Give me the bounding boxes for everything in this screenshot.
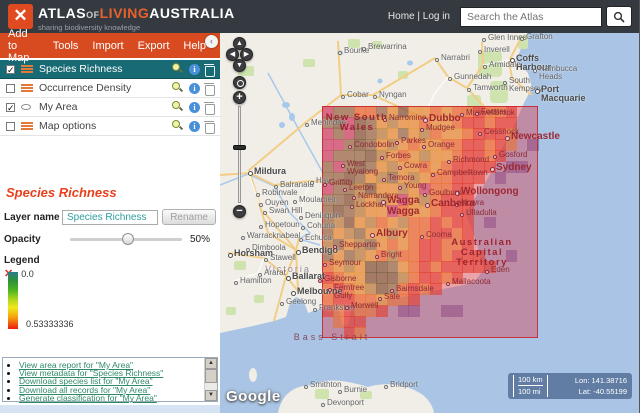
sidebar: Add to MapToolsImportExportHelp‹ ✓Specie… (0, 33, 220, 413)
legend-min-value: 0.0 (21, 269, 34, 279)
legend-gradient-bar (8, 272, 18, 329)
cursor-coordinates: Lon: 141.38716 Lat: -40.55199 (575, 375, 627, 397)
search-input[interactable] (460, 7, 602, 27)
pan-down-button[interactable]: ▼ (233, 59, 246, 72)
action-links-list: View area report for "My Area"View metad… (3, 358, 204, 401)
scrollbar-thumb[interactable] (205, 369, 217, 383)
menu-item-help[interactable]: Help (183, 40, 206, 52)
zoom-in-button[interactable]: + (233, 91, 246, 104)
zoom-out-button[interactable]: − (233, 205, 246, 218)
layer-checkbox-species-richness[interactable]: ✓ (6, 65, 15, 74)
opacity-slider[interactable] (70, 238, 182, 241)
action-link-item: Generate classification for "My Area" (19, 394, 204, 402)
layer-info-icon[interactable]: i (189, 83, 200, 94)
zoom-to-layer-icon[interactable] (172, 63, 184, 75)
my-area-overlay (322, 106, 538, 338)
home-login-links[interactable]: Home | Log in (388, 11, 450, 22)
links-scrollbar[interactable]: ▲ ▼ (204, 358, 217, 401)
opacity-value: 50% (190, 234, 216, 245)
layer-grid-icon (21, 121, 33, 132)
layer-name-input[interactable] (62, 210, 158, 225)
opacity-label: Opacity (4, 234, 62, 245)
ala-spatial-portal: ✕ ATLASOFLIVINGAUSTRALIA sharing biodive… (0, 0, 640, 413)
opacity-slider-handle[interactable] (122, 233, 134, 245)
search-icon (613, 11, 625, 23)
zoom-slider-handle[interactable] (233, 145, 246, 150)
menu-item-tools[interactable]: Tools (53, 40, 79, 52)
layer-label: Species Richness (39, 63, 167, 75)
layer-info-icon[interactable]: i (189, 64, 200, 75)
ala-logo[interactable]: ✕ ATLASOFLIVINGAUSTRALIA sharing biodive… (8, 4, 235, 32)
legend-label: Legend (4, 255, 220, 266)
ala-tagline: sharing biodiversity knowledge (38, 23, 235, 32)
legend-max-value: 0.53333336 (26, 319, 74, 329)
menu-item-export[interactable]: Export (138, 40, 170, 52)
ala-logo-text: ATLASOFLIVINGAUSTRALIA (38, 6, 235, 23)
scale-coords-box: 100 km 100 mi Lon: 141.38716 Lat: -40.55… (508, 373, 632, 399)
rename-button[interactable]: Rename (162, 209, 216, 225)
action-links-box: View area report for "My Area"View metad… (2, 357, 218, 402)
scrollbar-up-arrow[interactable]: ▲ (205, 358, 217, 369)
king-island (249, 368, 257, 382)
layer-checkbox-my-area[interactable]: ✓ (6, 103, 15, 112)
zoom-to-layer-icon[interactable] (172, 82, 184, 94)
sidebar-bottom-strip (0, 405, 220, 413)
menu-item-import[interactable]: Import (92, 40, 123, 52)
layer-grid-icon (21, 83, 33, 94)
layer-list: ✓ Species Richness i Occurrence Density i ✓ My… (0, 60, 220, 136)
layer-label: Map options (39, 120, 167, 132)
layer-row-my-area[interactable]: ✓ My Area i (0, 98, 220, 117)
delete-layer-icon[interactable] (205, 64, 214, 75)
layer-row-map-options[interactable]: Map options i (0, 117, 220, 136)
action-link-generate-classification-for-my-area[interactable]: Generate classification for "My Area" (19, 393, 157, 403)
area-shape-icon (21, 104, 33, 110)
delete-layer-icon[interactable] (205, 121, 214, 132)
reset-view-button[interactable] (233, 76, 246, 89)
google-logo[interactable]: Google (226, 388, 281, 405)
panel-title: Species Richness (0, 185, 220, 200)
zoom-to-layer-icon[interactable] (172, 120, 184, 132)
top-header: ✕ ATLASOFLIVINGAUSTRALIA sharing biodive… (0, 0, 640, 33)
layer-name-label: Layer name (4, 212, 62, 223)
layer-label: Occurrence Density (39, 82, 167, 94)
scrollbar-down-arrow[interactable]: ▼ (205, 390, 217, 401)
delete-layer-icon[interactable] (205, 83, 214, 94)
layer-label: My Area (39, 101, 167, 113)
layer-info-icon[interactable]: i (189, 121, 200, 132)
layer-row-occurrence-density[interactable]: Occurrence Density i (0, 79, 220, 98)
delete-layer-icon[interactable] (205, 102, 214, 113)
scale-km: 100 km (518, 375, 543, 386)
coord-lat: Lat: -40.55199 (575, 386, 627, 397)
search-button[interactable] (606, 6, 632, 27)
layer-checkbox-occurrence-density[interactable] (6, 84, 15, 93)
scale-bar: 100 km 100 mi (513, 375, 548, 397)
layer-grid-icon (21, 64, 33, 75)
menu-item-add-to-map[interactable]: Add to Map (8, 28, 39, 64)
map-canvas[interactable]: BourkeBrewarrinaCobarNynganNarrabriGunne… (220, 33, 640, 413)
coord-lon: Lon: 141.38716 (575, 375, 627, 386)
ala-logo-icon: ✕ (8, 4, 33, 29)
scale-mi: 100 mi (518, 386, 543, 396)
zoom-to-layer-icon[interactable] (172, 101, 184, 113)
collapse-panel-button[interactable]: ‹ (205, 35, 218, 48)
layer-detail-panel: Species Richness Layer name Rename Opaci… (0, 185, 220, 329)
menu-bar: Add to MapToolsImportExportHelp‹ (0, 33, 220, 58)
layer-info-icon[interactable]: i (189, 102, 200, 113)
layer-checkbox-map-options[interactable] (6, 122, 15, 131)
zoom-slider-track[interactable] (238, 106, 241, 203)
